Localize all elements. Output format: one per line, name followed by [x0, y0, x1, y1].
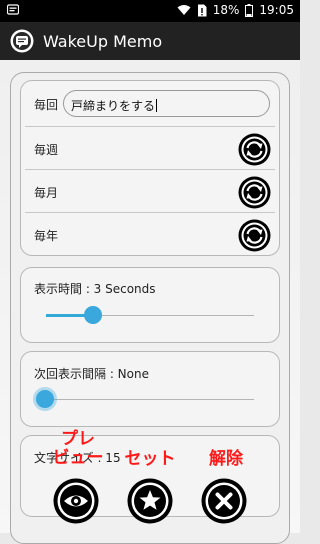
- sim-no-signal-icon: [197, 4, 207, 16]
- display-time-card: 表示時間 : 3 Seconds: [20, 267, 280, 343]
- set-button[interactable]: [127, 478, 173, 524]
- divider: [25, 212, 275, 213]
- app-bar: WakeUp Memo: [0, 22, 300, 60]
- wifi-icon: [177, 5, 191, 15]
- display-time-label: 表示時間 : 3 Seconds: [34, 282, 156, 296]
- app-title: WakeUp Memo: [43, 31, 163, 51]
- memo-every-time-label: 毎回: [34, 98, 59, 112]
- clock: 19:05: [259, 3, 294, 17]
- set-label: セット: [124, 449, 176, 469]
- next-interval-label: 次回表示間隔 : None: [34, 367, 149, 381]
- repeat-monthly-button[interactable]: [238, 176, 271, 209]
- preview-button[interactable]: [53, 478, 99, 524]
- next-interval-slider-track[interactable]: [46, 399, 254, 400]
- cancel-button[interactable]: [201, 478, 247, 524]
- repeat-yearly-label: 毎年: [34, 229, 59, 243]
- status-bar: 18% 19:05: [0, 0, 300, 22]
- repeat-monthly-label: 毎月: [34, 186, 59, 200]
- repeat-yearly-button[interactable]: [238, 219, 271, 252]
- memo-input[interactable]: 戸締まりをする: [63, 90, 270, 117]
- memo-card: 毎回 戸締まりをする 毎週 毎月 毎年: [20, 80, 280, 256]
- next-interval-card: 次回表示間隔 : None: [20, 351, 280, 427]
- preview-label: プレ ビュー: [48, 430, 108, 468]
- app-logo-icon: [10, 29, 34, 53]
- repeat-weekly-button[interactable]: [238, 133, 271, 166]
- divider: [25, 169, 275, 170]
- preview-label-line1: プレ: [61, 429, 95, 449]
- preview-label-line2: ビュー: [52, 448, 104, 468]
- settings-panel: 毎回 戸締まりをする 毎週 毎月 毎年 表示時間: 3 Seconds 次回表…: [10, 72, 290, 544]
- repeat-weekly-label: 毎週: [34, 143, 59, 157]
- cancel-label: 解除: [209, 449, 243, 469]
- memo-input-text: 戸締まりをする: [71, 99, 156, 113]
- display-time-slider-thumb[interactable]: [84, 306, 102, 324]
- battery-percent: 18%: [212, 3, 240, 17]
- battery-icon: [245, 3, 254, 17]
- notification-icon: [7, 4, 19, 15]
- text-caret: [156, 99, 158, 112]
- divider: [25, 126, 275, 127]
- next-interval-slider-thumb[interactable]: [36, 390, 54, 408]
